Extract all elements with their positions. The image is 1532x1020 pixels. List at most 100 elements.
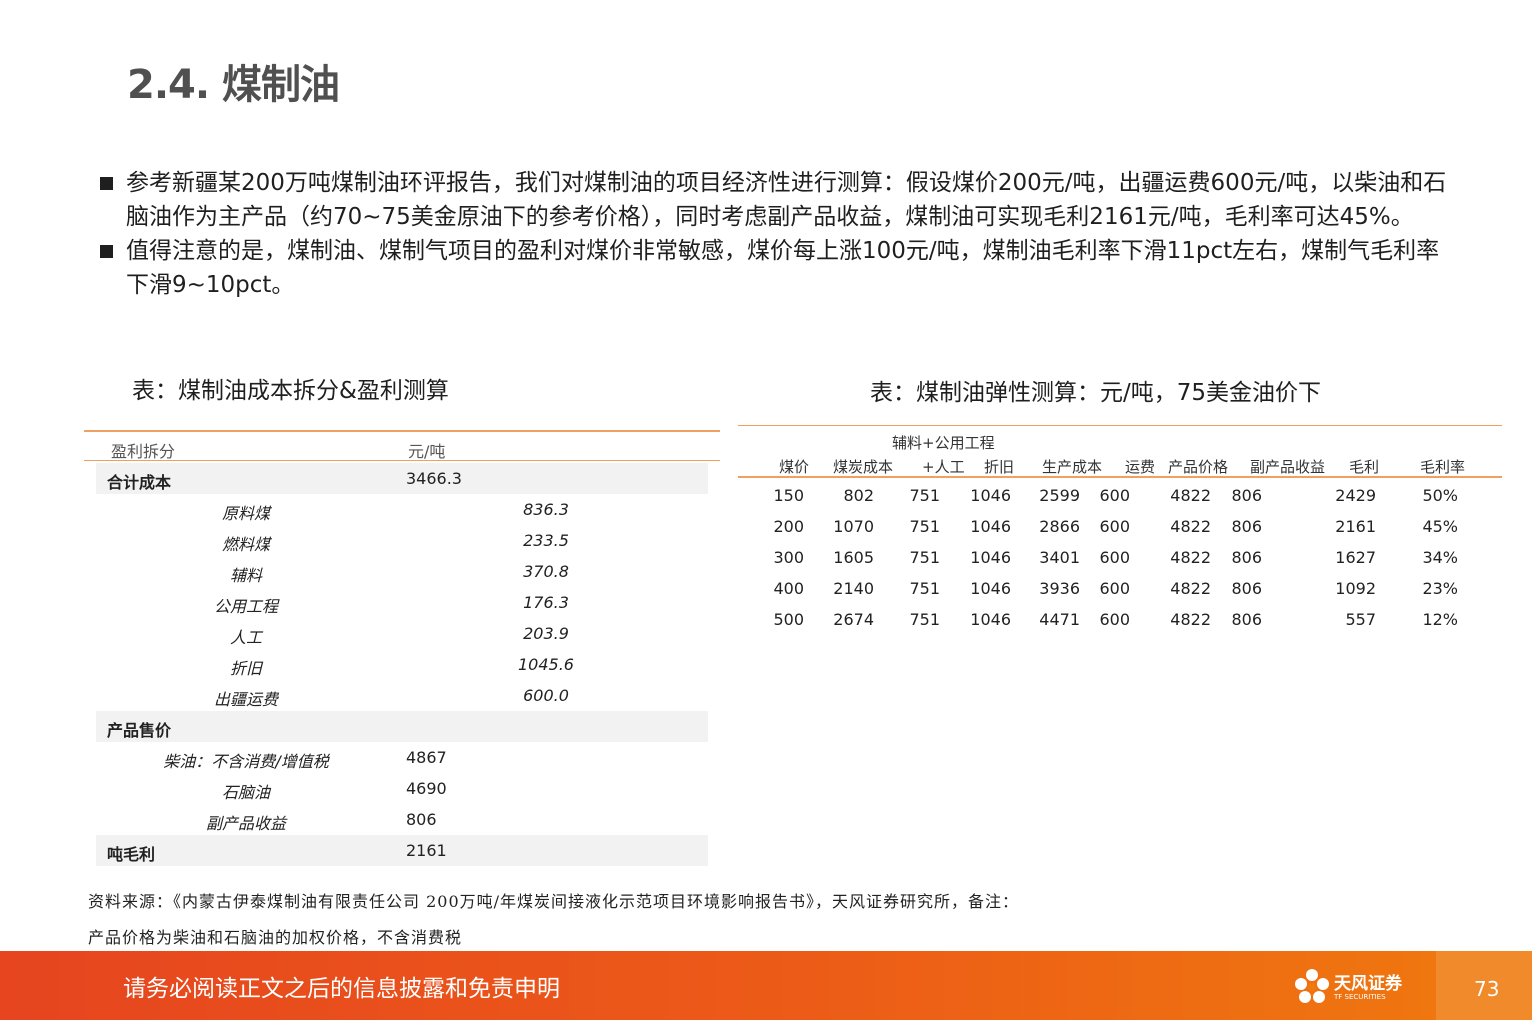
table-cell: 1070 xyxy=(833,517,874,536)
table-cell: 600 xyxy=(1099,486,1130,505)
table-row: 300 1605 751 1046 3401 600 4822 806 1627 34% xyxy=(738,540,1502,571)
row-label: 副产品收益 xyxy=(205,814,286,833)
table-cell: 3401 xyxy=(1039,548,1080,567)
footer-bar: 请务必阅读正文之后的信息披露和免责申明 天风证券 TF SECURITIES 7… xyxy=(0,951,1532,1020)
header-cell: 运费 xyxy=(1125,458,1156,476)
header-cell: 煤炭成本 xyxy=(833,458,894,476)
table-cell: 806 xyxy=(1231,517,1262,536)
bullet-list: 参考新疆某200万吨煤制油环评报告，我们对煤制油的项目经济性进行测算：假设煤价2… xyxy=(100,166,1450,302)
table-cell: 45% xyxy=(1422,517,1458,536)
row-label: 吨毛利 xyxy=(107,845,156,864)
table-row: 200 1070 751 1046 2866 600 4822 806 2161 45% xyxy=(738,509,1502,540)
row-label: 石脑油 xyxy=(221,783,270,802)
row-value: 203.9 xyxy=(523,624,569,643)
table-row: 合计成本 3466.3 xyxy=(96,463,708,494)
source-note: 资料来源：《内蒙古伊泰煤制油有限责任公司 200万吨/年煤炭间接液化示范项目环境… xyxy=(88,892,1020,911)
table-row: 燃料煤 233.5 xyxy=(96,525,708,556)
table-cell: 50% xyxy=(1422,486,1458,505)
bullet-text: 值得注意的是，煤制油、煤制气项目的盈利对煤价非常敏感，煤价每上涨100元/吨，煤… xyxy=(126,238,1440,298)
bullet-item: 值得注意的是，煤制油、煤制气项目的盈利对煤价非常敏感，煤价每上涨100元/吨，煤… xyxy=(100,234,1450,302)
row-value: 4690 xyxy=(406,779,447,798)
row-label: 原料煤 xyxy=(221,504,270,523)
right-table-caption: 表：煤制油弹性测算：元/吨，75美金油价下 xyxy=(870,380,1322,406)
table-row: 折旧 1045.6 xyxy=(96,649,708,680)
row-label: 出疆运费 xyxy=(213,690,278,709)
table-body: 150 802 751 1046 2599 600 4822 806 2429 50% 200 107… xyxy=(738,478,1502,633)
table-cell: 802 xyxy=(843,486,874,505)
header-cell: 副产品收益 xyxy=(1250,458,1326,476)
table-cell: 4822 xyxy=(1170,486,1211,505)
table-row: 500 2674 751 1046 4471 600 4822 806 557 12% xyxy=(738,602,1502,633)
header-cell: 生产成本 xyxy=(1042,458,1103,476)
table-cell: 23% xyxy=(1422,579,1458,598)
table-cell: 2599 xyxy=(1039,486,1080,505)
table-cell: 806 xyxy=(1231,548,1262,567)
row-value: 3466.3 xyxy=(406,469,462,488)
left-table-caption: 表：煤制油成本拆分&盈利测算 xyxy=(132,378,449,404)
table-cell: 1627 xyxy=(1335,548,1376,567)
table-cell: 751 xyxy=(909,517,940,536)
table-cell: 300 xyxy=(773,548,804,567)
table-cell: 4822 xyxy=(1170,579,1211,598)
table-row: 公用工程 176.3 xyxy=(96,587,708,618)
table-cell: 751 xyxy=(909,486,940,505)
table-cell: 806 xyxy=(1231,579,1262,598)
page-number: 73 xyxy=(1474,977,1500,1001)
bullet-text: 参考新疆某200万吨煤制油环评报告，我们对煤制油的项目经济性进行测算：假设煤价2… xyxy=(126,170,1447,230)
bullet-square-icon xyxy=(100,245,113,258)
table-row: 产品售价 xyxy=(96,711,708,742)
table-cell: 2674 xyxy=(833,610,874,629)
table-cell: 2429 xyxy=(1335,486,1376,505)
table-cell: 600 xyxy=(1099,517,1130,536)
row-value: 1045.6 xyxy=(518,655,574,674)
table-cell: 1092 xyxy=(1335,579,1376,598)
source-note: 产品价格为柴油和石脑油的加权价格，不含消费税 xyxy=(88,928,463,947)
table-cell: 806 xyxy=(1231,486,1262,505)
table-cell: 200 xyxy=(773,517,804,536)
table-cell: 4471 xyxy=(1039,610,1080,629)
row-label: 折旧 xyxy=(229,659,262,678)
table-row: 150 802 751 1046 2599 600 4822 806 2429 50% xyxy=(738,478,1502,509)
table-cell: 3936 xyxy=(1039,579,1080,598)
table-cell: 806 xyxy=(1231,610,1262,629)
table-row: 副产品收益 806 xyxy=(96,804,708,835)
header-cell: 元/吨 xyxy=(408,442,446,461)
header-cell: 毛利 xyxy=(1349,458,1380,476)
table-cell: 150 xyxy=(773,486,804,505)
table-row: 人工 203.9 xyxy=(96,618,708,649)
table-cell: 751 xyxy=(909,579,940,598)
disclaimer-link[interactable]: 请务必阅读正文之后的信息披露和免责申明 xyxy=(123,969,560,1003)
table-cell: 12% xyxy=(1422,610,1458,629)
table-cell: 1046 xyxy=(970,548,1011,567)
row-value: 233.5 xyxy=(523,531,569,550)
row-label: 燃料煤 xyxy=(221,535,270,554)
table-cell: 34% xyxy=(1422,548,1458,567)
table-row: 石脑油 4690 xyxy=(96,773,708,804)
table-cell: 600 xyxy=(1099,548,1130,567)
table-body: 合计成本 3466.3 原料煤 836.3 燃料煤 233.5 辅料 370.8 公用工程 176… xyxy=(84,461,720,868)
row-value: 4867 xyxy=(406,748,447,767)
table-cell: 500 xyxy=(773,610,804,629)
logo-subtext: TF SECURITIES xyxy=(1334,993,1386,1001)
sensitivity-table: 辅料+公用工程 煤价 煤炭成本 +人工 折旧 生产成本 运费 产品价格 副产品收益 毛利 毛利率 … xyxy=(738,425,1502,633)
row-value: 370.8 xyxy=(523,562,569,581)
table-cell: 751 xyxy=(909,610,940,629)
header-cell: 折旧 xyxy=(984,458,1015,476)
table-cell: 1605 xyxy=(833,548,874,567)
table-row: 出疆运费 600.0 xyxy=(96,680,708,711)
table-cell: 2140 xyxy=(833,579,874,598)
table-row: 400 2140 751 1046 3936 600 4822 806 1092 23% xyxy=(738,571,1502,602)
table-cell: 1046 xyxy=(970,517,1011,536)
header-cell: +人工 xyxy=(922,458,965,476)
row-label: 柴油：不含消费/增值税 xyxy=(163,752,329,771)
table-row: 原料煤 836.3 xyxy=(96,494,708,525)
table-row: 柴油：不含消费/增值税 4867 xyxy=(96,742,708,773)
table-cell: 4822 xyxy=(1170,610,1211,629)
table-cell: 557 xyxy=(1345,610,1376,629)
row-value: 176.3 xyxy=(523,593,569,612)
table-header: 盈利拆分 元/吨 xyxy=(84,432,720,461)
table-cell: 2161 xyxy=(1335,517,1376,536)
row-label: 人工 xyxy=(229,628,262,647)
bullet-square-icon xyxy=(100,177,113,190)
table-cell: 600 xyxy=(1099,610,1130,629)
